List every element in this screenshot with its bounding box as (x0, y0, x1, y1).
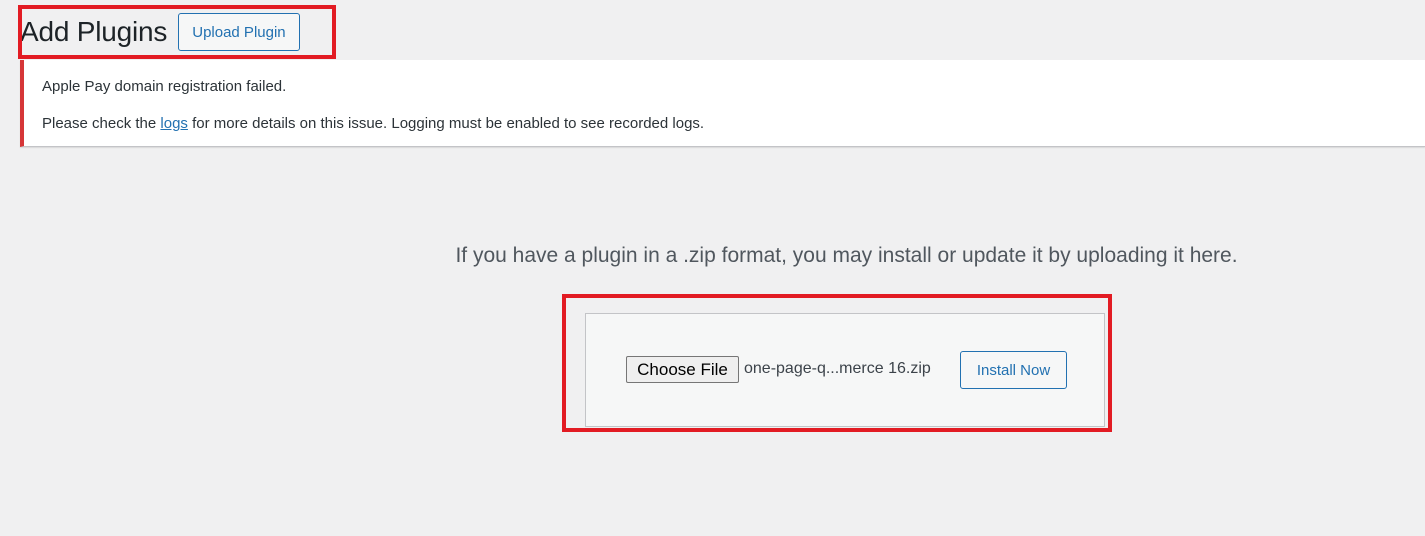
notice-details: Please check the logs for more details o… (42, 115, 704, 132)
upload-form: Choose File one-page-q...merce 16.zip In… (585, 313, 1105, 427)
upload-help-text: If you have a plugin in a .zip format, y… (455, 244, 1238, 267)
selected-file-name: one-page-q...merce 16.zip (744, 360, 931, 377)
install-now-button[interactable]: Install Now (960, 351, 1067, 389)
upload-plugin-button[interactable]: Upload Plugin (178, 13, 300, 51)
notice-details-prefix: Please check the (42, 115, 161, 132)
page: Add Plugins Upload Plugin Apple Pay doma… (0, 0, 1425, 536)
notice-details-suffix: for more details on this issue. Logging … (187, 115, 705, 132)
logs-link[interactable]: logs (160, 115, 188, 132)
error-notice: Apple Pay domain registration failed. Pl… (20, 60, 1425, 147)
title-row: Add Plugins Upload Plugin (20, 10, 300, 54)
notice-message: Apple Pay domain registration failed. (42, 78, 287, 95)
page-title: Add Plugins (20, 16, 168, 47)
choose-file-button[interactable]: Choose File (626, 356, 739, 383)
